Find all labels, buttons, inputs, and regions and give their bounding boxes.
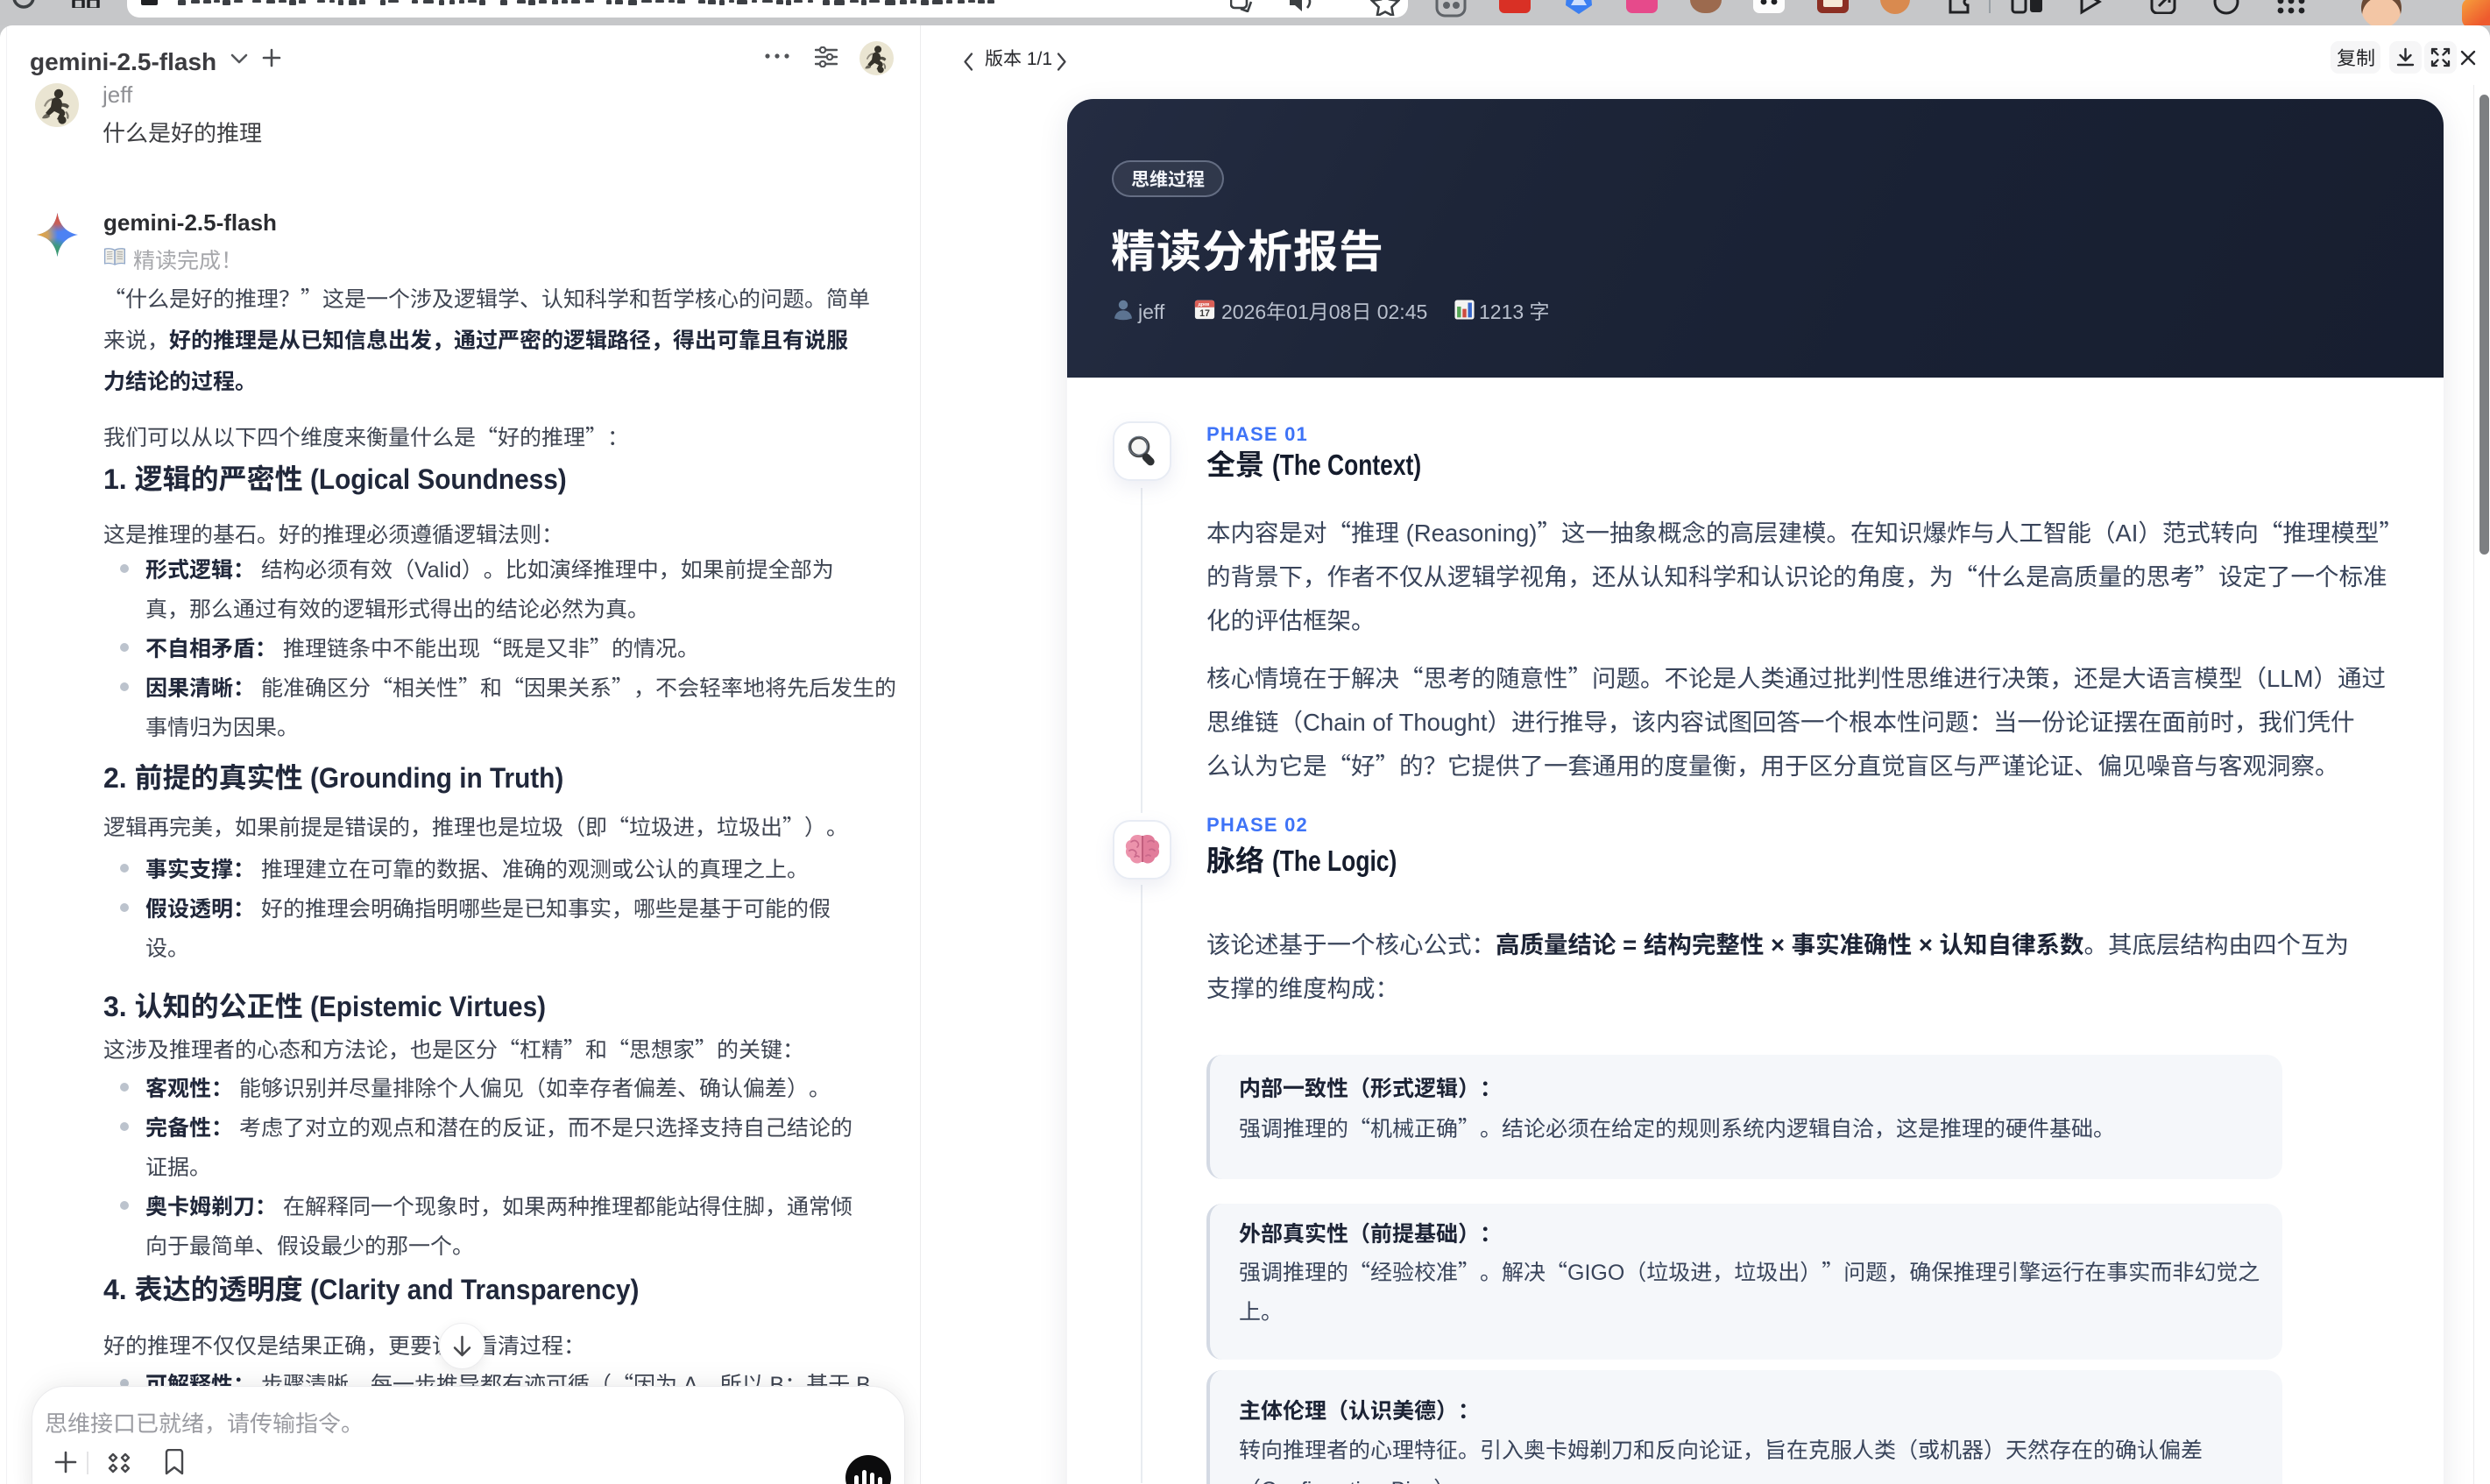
- svg-text:17: 17: [1199, 308, 1210, 319]
- svg-text:древ: древ: [1198, 302, 1210, 307]
